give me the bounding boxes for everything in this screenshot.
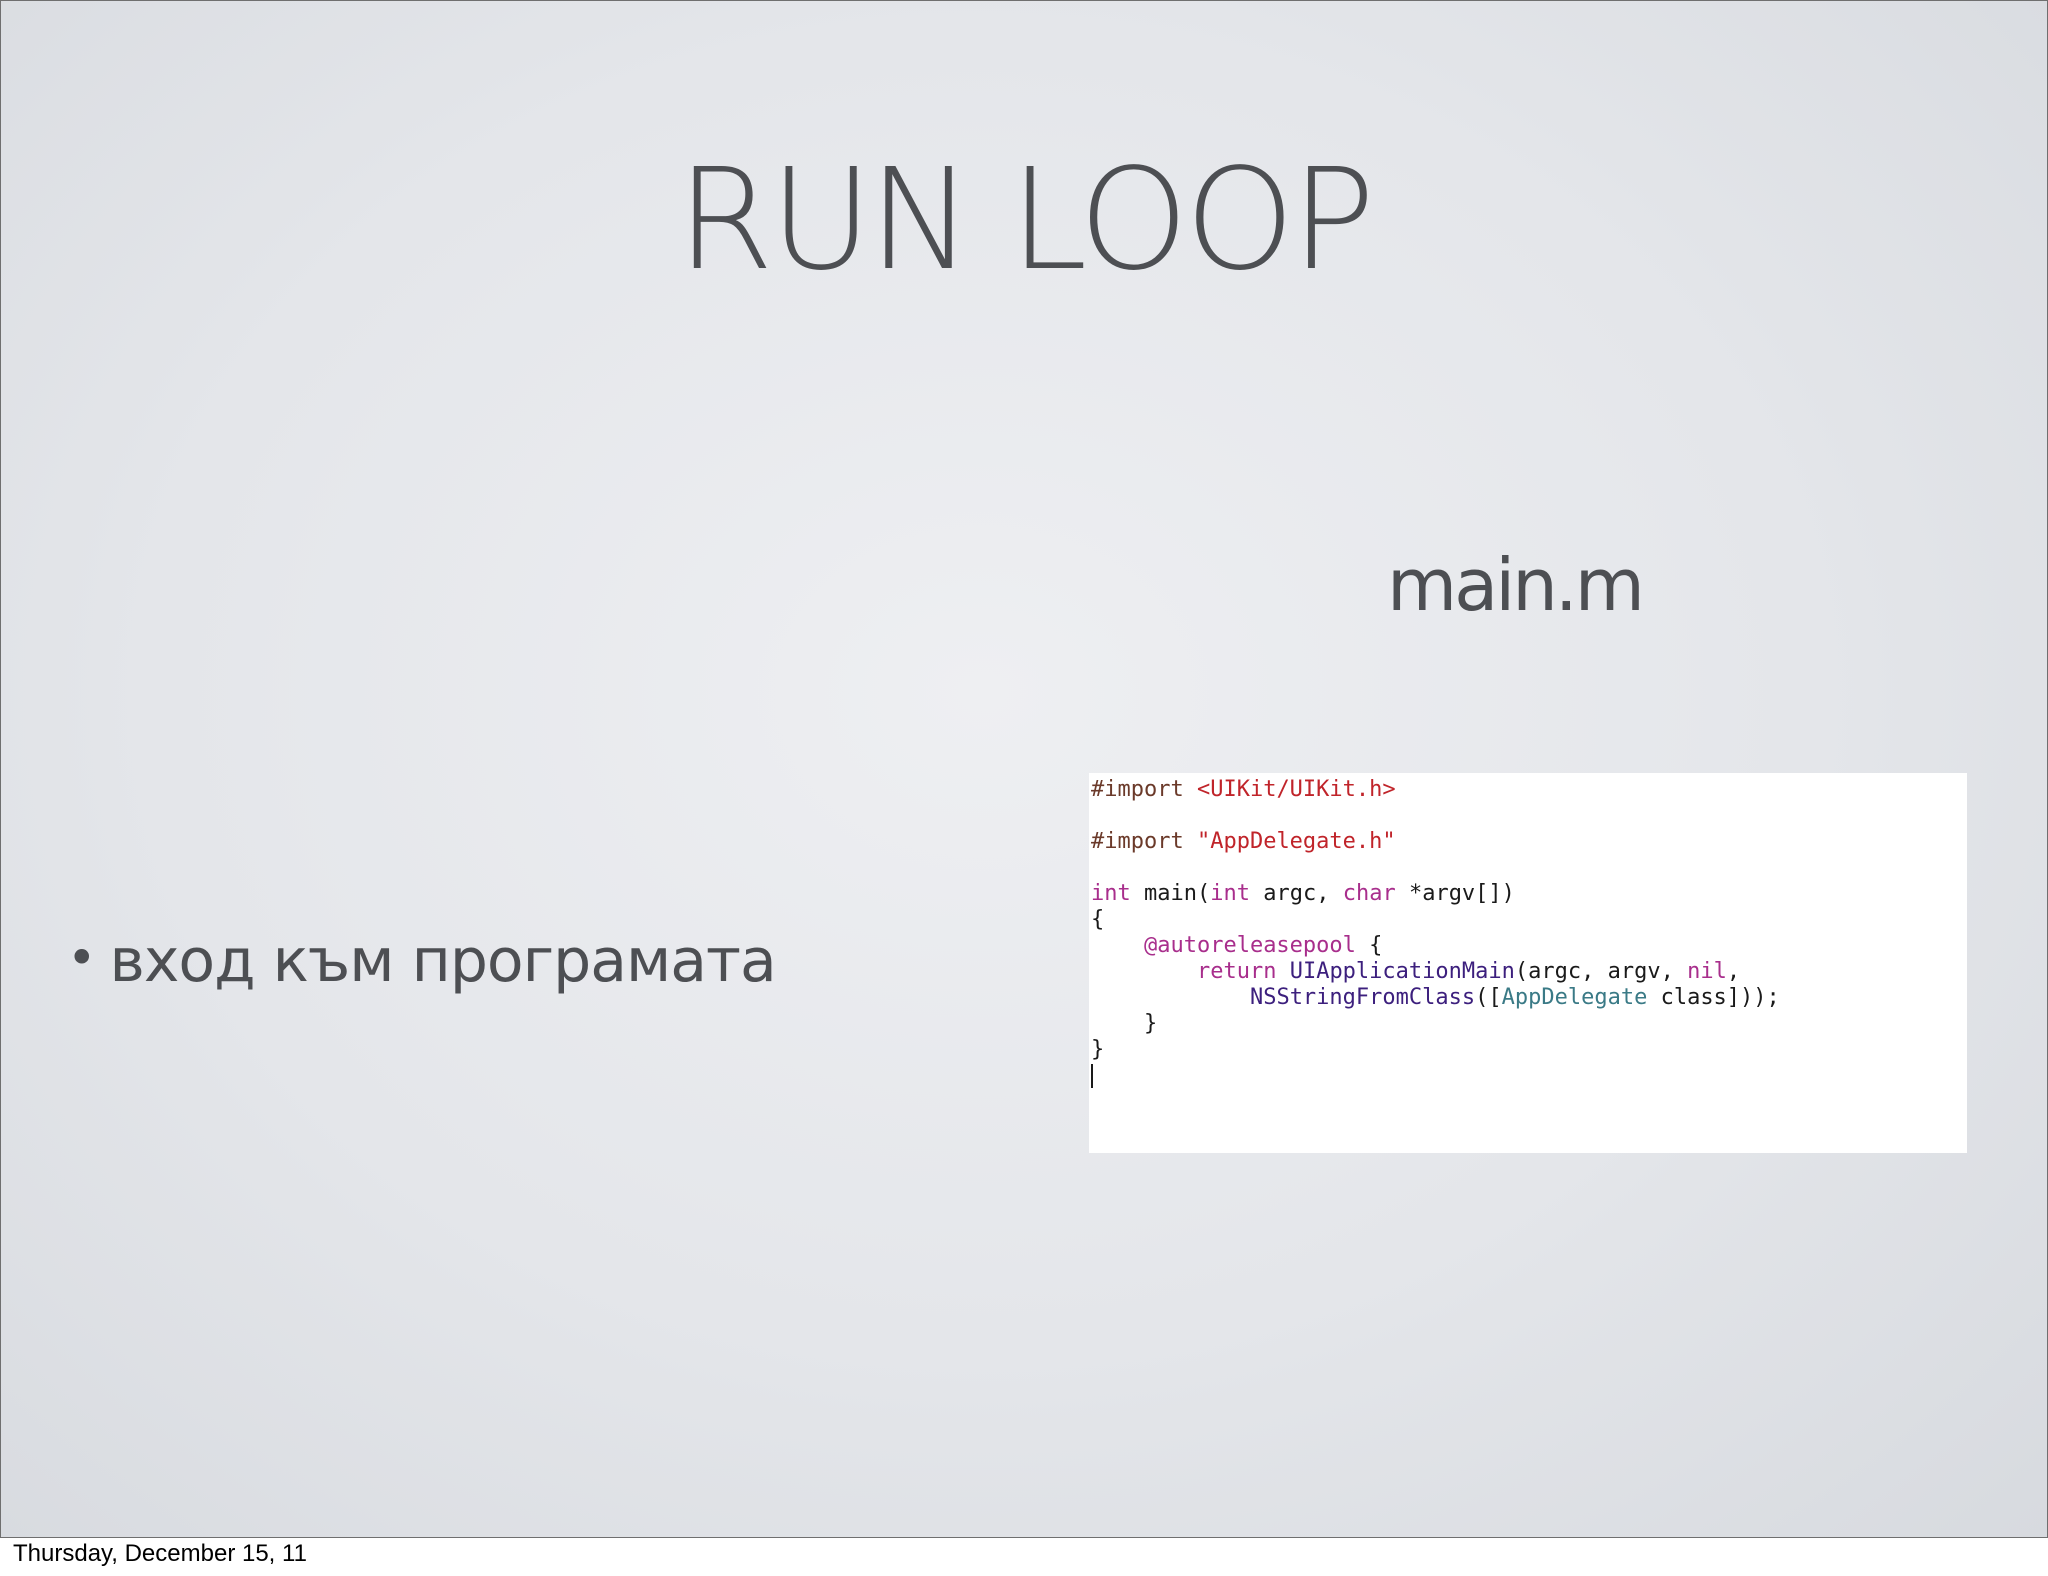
code-line: int main(int argc, char *argv[]) bbox=[1091, 881, 1967, 907]
code-token: , bbox=[1726, 959, 1741, 984]
code-line: #import "AppDelegate.h" bbox=[1091, 829, 1967, 855]
code-token: AppDelegate bbox=[1501, 985, 1648, 1010]
code-token: "AppDelegate.h" bbox=[1196, 829, 1396, 854]
code-token: char bbox=[1342, 881, 1396, 906]
code-token: <UIKit/UIKit.h> bbox=[1196, 777, 1396, 802]
code-token: UIApplicationMain bbox=[1289, 959, 1515, 984]
text-caret bbox=[1091, 1064, 1093, 1088]
code-line: #import <UIKit/UIKit.h> bbox=[1091, 777, 1967, 803]
code-token: ([ bbox=[1475, 985, 1502, 1010]
code-token: *argv[]) bbox=[1408, 881, 1515, 906]
code-token: { bbox=[1369, 933, 1383, 958]
code-line: @autoreleasepool { bbox=[1091, 933, 1967, 959]
code-token: argc, bbox=[1263, 881, 1330, 906]
code-token: } bbox=[1143, 1011, 1158, 1036]
slide-title: RUN LOOP bbox=[676, 139, 1376, 302]
code-token: #import bbox=[1091, 829, 1184, 854]
code-token: return bbox=[1196, 959, 1277, 984]
code-line: NSStringFromClass([AppDelegate class])); bbox=[1091, 985, 1967, 1011]
code-screenshot: #import <UIKit/UIKit.h> #import "AppDele… bbox=[1089, 773, 1967, 1153]
code-token: class])); bbox=[1660, 985, 1780, 1010]
bullet-text: вход към програмата bbox=[109, 926, 777, 996]
code-token: @autoreleasepool bbox=[1143, 933, 1356, 958]
code-token: NSStringFromClass bbox=[1249, 985, 1476, 1010]
bullet-icon: • bbox=[67, 929, 96, 987]
code-token: int bbox=[1091, 881, 1131, 906]
code-token: int bbox=[1210, 881, 1250, 906]
code-line: return UIApplicationMain(argc, argv, nil… bbox=[1091, 959, 1967, 985]
code-line bbox=[1091, 1063, 1967, 1089]
code-token: #import bbox=[1091, 777, 1184, 802]
footer-date: Thursday, December 15, 11 bbox=[13, 1540, 307, 1567]
code-token: (argc, argv, bbox=[1514, 959, 1674, 984]
code-token: main( bbox=[1144, 881, 1211, 906]
slide: RUN LOOP main.m • вход към програмата #im… bbox=[0, 0, 2048, 1538]
code-line: } bbox=[1091, 1011, 1967, 1037]
code-token: nil bbox=[1687, 959, 1727, 984]
bullet-item: • вход към програмата bbox=[67, 929, 777, 991]
file-label: main.m bbox=[1387, 543, 1645, 627]
code-line: { bbox=[1091, 907, 1105, 932]
code-line: } bbox=[1091, 1037, 1105, 1062]
